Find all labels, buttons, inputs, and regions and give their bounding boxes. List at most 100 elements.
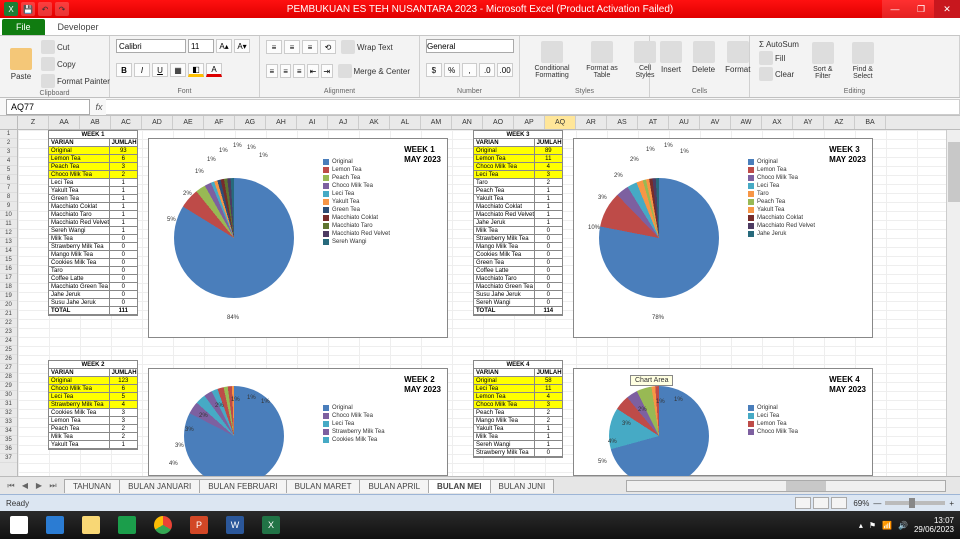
row-header[interactable]: 9 bbox=[0, 202, 17, 211]
row-header[interactable]: 32 bbox=[0, 409, 17, 418]
number-format-select[interactable] bbox=[426, 39, 514, 53]
column-header[interactable]: AN bbox=[452, 116, 483, 129]
chart-week2[interactable]: 4% 3% 3% 2% 2% 1% 1% 1% WEEK 2MAY 2023 O… bbox=[148, 368, 448, 476]
column-header[interactable]: AS bbox=[607, 116, 638, 129]
worksheet-area[interactable]: 1234567891011121314151617181920212223242… bbox=[0, 130, 960, 476]
row-header[interactable]: 25 bbox=[0, 346, 17, 355]
row-header[interactable]: 34 bbox=[0, 427, 17, 436]
column-header[interactable]: AO bbox=[483, 116, 514, 129]
sheet-tab[interactable]: BULAN MEI bbox=[428, 479, 490, 493]
close-button[interactable]: ✕ bbox=[934, 0, 960, 18]
tray-volume-icon[interactable]: 🔊 bbox=[898, 521, 908, 530]
column-header[interactable]: AX bbox=[762, 116, 793, 129]
dec-decimal-button[interactable]: .00 bbox=[497, 63, 513, 77]
column-header[interactable]: AV bbox=[700, 116, 731, 129]
undo-icon[interactable]: ↶ bbox=[38, 2, 52, 16]
column-header[interactable]: BA bbox=[855, 116, 886, 129]
row-header[interactable]: 1 bbox=[0, 130, 17, 139]
tray-flag-icon[interactable]: ⚑ bbox=[869, 521, 876, 530]
row-header[interactable]: 10 bbox=[0, 211, 17, 220]
insert-cells-button[interactable]: Insert bbox=[656, 39, 686, 76]
format-as-table-button[interactable]: Format as Table bbox=[580, 39, 624, 81]
sheet-tab[interactable]: TAHUNAN bbox=[64, 479, 120, 493]
taskbar-explorer[interactable] bbox=[74, 512, 108, 538]
conditional-formatting-button[interactable]: Conditional Formatting bbox=[526, 39, 578, 81]
ribbon-tab-developer[interactable]: Developer bbox=[47, 18, 120, 35]
currency-button[interactable]: $ bbox=[426, 63, 442, 77]
row-header[interactable]: 5 bbox=[0, 166, 17, 175]
row-header[interactable]: 4 bbox=[0, 157, 17, 166]
column-header[interactable]: AZ bbox=[824, 116, 855, 129]
taskbar-clock[interactable]: 13:0729/06/2023 bbox=[914, 516, 954, 534]
autosum-button[interactable]: ΣAutoSum bbox=[756, 39, 802, 50]
sheet-tab[interactable]: BULAN FEBRUARI bbox=[199, 479, 286, 493]
bold-button[interactable]: B bbox=[116, 63, 132, 77]
align-top-button[interactable]: ≡ bbox=[266, 40, 282, 54]
row-header[interactable]: 18 bbox=[0, 283, 17, 292]
row-header[interactable]: 2 bbox=[0, 139, 17, 148]
merge-center-button[interactable]: Merge & Center bbox=[335, 63, 413, 79]
column-header[interactable]: AE bbox=[173, 116, 204, 129]
font-size-input[interactable] bbox=[188, 39, 214, 53]
row-header[interactable]: 31 bbox=[0, 400, 17, 409]
horizontal-scrollbar[interactable] bbox=[553, 480, 960, 492]
row-header[interactable]: 12 bbox=[0, 229, 17, 238]
column-header[interactable]: AT bbox=[638, 116, 669, 129]
chart-week3[interactable]: 78% 10% 3% 2% 2% 1% 1% 1% WEEK 3MAY 2023… bbox=[573, 138, 873, 338]
sheet-tab[interactable]: BULAN MARET bbox=[286, 479, 361, 493]
taskbar-powerpoint[interactable]: P bbox=[182, 512, 216, 538]
column-headers[interactable]: ZAAABACADAEAFAGAHAIAJAKALAMANAOAPAQARASA… bbox=[0, 116, 960, 130]
row-header[interactable]: 17 bbox=[0, 274, 17, 283]
column-header[interactable]: AF bbox=[204, 116, 235, 129]
cut-button[interactable]: Cut bbox=[38, 39, 113, 55]
wrap-text-button[interactable]: Wrap Text bbox=[338, 39, 396, 55]
vertical-scrollbar[interactable] bbox=[946, 130, 960, 476]
row-header[interactable]: 26 bbox=[0, 355, 17, 364]
find-select-button[interactable]: Find & Select bbox=[844, 40, 882, 82]
underline-button[interactable]: U bbox=[152, 63, 168, 77]
redo-icon[interactable]: ↷ bbox=[55, 2, 69, 16]
font-color-button[interactable]: A bbox=[206, 63, 222, 77]
cell-grid[interactable]: WEEK 1VARIANJUMLAHOriginal93Lemon Tea6Pe… bbox=[18, 130, 960, 476]
column-header[interactable]: AK bbox=[359, 116, 390, 129]
row-header[interactable]: 16 bbox=[0, 265, 17, 274]
fill-color-button[interactable]: ◧ bbox=[188, 63, 204, 77]
row-header[interactable]: 24 bbox=[0, 337, 17, 346]
column-header[interactable]: AW bbox=[731, 116, 762, 129]
row-header[interactable]: 33 bbox=[0, 418, 17, 427]
taskbar-word[interactable]: W bbox=[218, 512, 252, 538]
column-header[interactable]: AQ bbox=[545, 116, 576, 129]
sheet-tab[interactable]: BULAN APRIL bbox=[359, 479, 429, 493]
row-header[interactable]: 28 bbox=[0, 373, 17, 382]
row-headers[interactable]: 1234567891011121314151617181920212223242… bbox=[0, 130, 18, 476]
row-header[interactable]: 7 bbox=[0, 184, 17, 193]
column-header[interactable]: AU bbox=[669, 116, 700, 129]
row-header[interactable]: 11 bbox=[0, 220, 17, 229]
row-header[interactable]: 14 bbox=[0, 247, 17, 256]
fx-icon[interactable]: fx bbox=[92, 102, 106, 112]
chart-week1[interactable]: 84% 5% 2% 1% 1% 1% 1% 1% 1% WEEK 1MAY 20… bbox=[148, 138, 448, 338]
row-header[interactable]: 8 bbox=[0, 193, 17, 202]
select-all-corner[interactable] bbox=[0, 116, 18, 129]
row-header[interactable]: 20 bbox=[0, 301, 17, 310]
row-header[interactable]: 23 bbox=[0, 328, 17, 337]
column-header[interactable]: Z bbox=[18, 116, 49, 129]
system-tray[interactable]: ▴ ⚑ 📶 🔊 13:0729/06/2023 bbox=[859, 516, 960, 534]
column-header[interactable]: AM bbox=[421, 116, 452, 129]
sheet-tab[interactable]: BULAN JUNI bbox=[490, 479, 555, 493]
column-header[interactable]: AJ bbox=[328, 116, 359, 129]
sort-filter-button[interactable]: Sort & Filter bbox=[804, 40, 842, 82]
comma-button[interactable]: , bbox=[462, 63, 478, 77]
column-header[interactable]: AY bbox=[793, 116, 824, 129]
column-header[interactable]: AB bbox=[80, 116, 111, 129]
row-header[interactable]: 22 bbox=[0, 319, 17, 328]
view-buttons[interactable] bbox=[795, 497, 847, 509]
clear-button[interactable]: Clear bbox=[756, 66, 802, 82]
file-tab[interactable]: File bbox=[2, 19, 45, 35]
paste-button[interactable]: Paste bbox=[6, 46, 36, 83]
format-painter-button[interactable]: Format Painter bbox=[38, 73, 113, 89]
row-header[interactable]: 3 bbox=[0, 148, 17, 157]
row-header[interactable]: 27 bbox=[0, 364, 17, 373]
column-header[interactable]: AI bbox=[297, 116, 328, 129]
scroll-thumb[interactable] bbox=[948, 142, 960, 202]
